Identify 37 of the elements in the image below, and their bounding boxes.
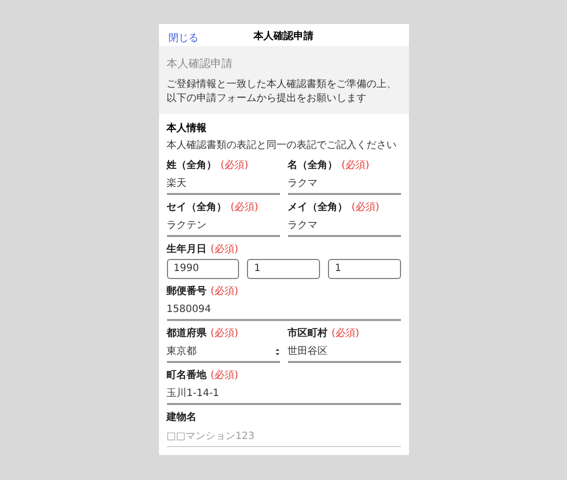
intro-text: ご登録情報と一致した本人確認書類をご準備の上、以下の申請フォームから提出をお願いします xyxy=(166,78,398,106)
input-field[interactable]: 1 xyxy=(328,258,401,278)
input-field[interactable]: 1580094 xyxy=(166,300,400,320)
input-field[interactable]: 楽天 xyxy=(166,174,280,194)
input-field[interactable]: ラクテン xyxy=(166,216,280,236)
required-label: (必須) xyxy=(220,158,248,172)
field-label: 市区町村 xyxy=(288,326,328,340)
field-label: 建物名 xyxy=(166,410,196,424)
field-label: セイ（全角） xyxy=(166,200,226,214)
section-title: 本人情報 xyxy=(166,122,208,136)
field-label: 生年月日 xyxy=(166,242,206,256)
field-label: 名（全角） xyxy=(288,158,338,172)
input-field[interactable]: 玉川1-14-1 xyxy=(166,384,400,404)
required-label: (必須) xyxy=(352,200,380,214)
close-link[interactable]: 閉じる xyxy=(168,31,198,46)
input-field[interactable]: ラクマ xyxy=(288,216,400,236)
field-label: メイ（全角） xyxy=(288,200,348,214)
required-label: (必須) xyxy=(332,326,360,340)
section-note: 本人確認書類の表記と同一の表記でご記入ください xyxy=(166,138,398,152)
select-field[interactable]: 東京都 xyxy=(166,342,280,362)
required-label: (必須) xyxy=(230,200,258,214)
required-label: (必須) xyxy=(342,158,370,172)
field-label: 郵便番号 xyxy=(166,284,206,298)
select-arrows-icon xyxy=(274,348,280,356)
required-label: (必須) xyxy=(210,284,238,298)
required-label: (必須) xyxy=(210,368,238,382)
field-label: 都道府県 xyxy=(166,326,206,340)
input-field[interactable]: 1 xyxy=(247,258,320,278)
input-field[interactable]: 1990 xyxy=(166,258,240,278)
input-field[interactable]: 世田谷区 xyxy=(288,342,400,362)
field-label: 姓（全角） xyxy=(166,158,216,172)
input-field[interactable]: ラクマ xyxy=(288,174,400,194)
intro-heading: 本人確認申請 xyxy=(166,56,234,72)
required-label: (必須) xyxy=(210,242,238,256)
page-title: 本人確認申請 xyxy=(254,30,314,44)
field-label: 町名番地 xyxy=(166,368,206,382)
required-label: (必須) xyxy=(210,326,238,340)
